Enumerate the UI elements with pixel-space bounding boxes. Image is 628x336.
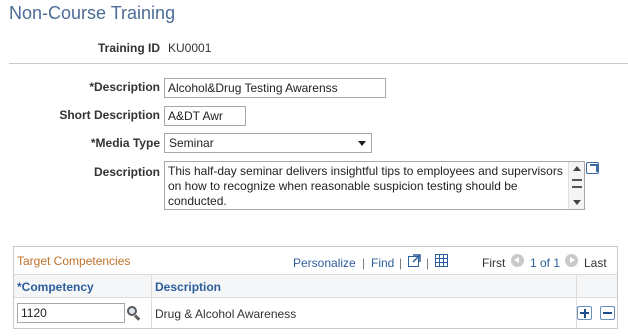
find-link[interactable]: Find [371,256,394,270]
short-description-input[interactable]: A&DT Awr [164,106,246,126]
pager-last-label: Last [584,256,607,270]
media-type-label: *Media Type [90,136,160,150]
toolbar-separator: | [426,256,430,270]
grid-header-bar: Target Competencies Personalize | Find |… [14,247,617,275]
toolbar-separator: | [362,256,366,270]
column-header-competency[interactable]: *Competency [17,280,94,294]
personalize-link[interactable]: Personalize [293,256,356,270]
grid-column-header-row: *Competency Description [14,275,617,298]
pager-first-label: First [482,256,506,270]
previous-row-icon[interactable] [511,254,524,267]
chevron-down-icon[interactable] [358,141,366,146]
section-divider [9,63,628,64]
table-row: 1120 Drug & Alcohol Awareness [14,299,617,328]
long-description-label: Description [93,165,160,179]
training-id-label: Training ID [97,41,160,55]
column-header-description[interactable]: Description [155,280,221,294]
media-type-selected-value: Seminar [169,136,214,150]
description-input[interactable]: Alcohol&Drug Testing Awarenss [164,78,386,98]
lookup-handle [133,314,141,321]
add-row-icon[interactable] [577,306,592,320]
delete-row-icon[interactable] [600,306,615,320]
training-id-value: KU0001 [168,41,212,55]
textarea-scrollbar[interactable] [568,162,584,209]
toolbar-separator: | [399,256,403,270]
lookup-magnifier-icon[interactable] [127,306,141,321]
expand-text-icon[interactable] [586,162,599,174]
scroll-up-icon[interactable] [573,166,581,171]
download-to-excel-icon[interactable] [435,254,448,267]
long-description-textarea[interactable]: This half-day seminar delivers insightfu… [164,161,585,210]
scroll-down-icon[interactable] [573,200,581,205]
view-all-icon[interactable] [408,254,421,267]
next-row-icon[interactable] [565,254,578,267]
target-competencies-grid: Target Competencies Personalize | Find |… [13,246,618,329]
description-label: *Description [89,80,160,94]
grid-title: Target Competencies [17,254,131,268]
spellcheck-icon[interactable] [572,179,582,188]
short-description-label: Short Description [59,108,160,122]
long-description-text: This half-day seminar delivers insightfu… [168,164,563,208]
media-type-select[interactable]: Seminar [164,133,372,153]
competency-description: Drug & Alcohol Awareness [155,307,297,321]
page-title: Non-Course Training [9,3,176,23]
competency-input[interactable]: 1120 [17,303,125,323]
pager-position: 1 of 1 [530,256,561,270]
